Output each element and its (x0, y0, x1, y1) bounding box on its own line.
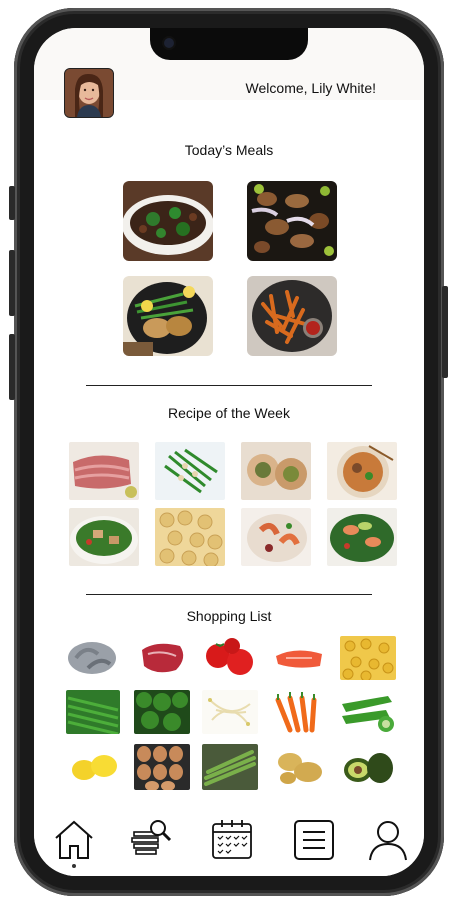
meal-mushroom-stirfry[interactable] (247, 181, 337, 261)
volume-up-button (9, 250, 15, 316)
nav-home[interactable] (52, 818, 96, 862)
mute-switch (9, 186, 15, 220)
nav-recipes-search[interactable] (130, 818, 174, 862)
potatoes-image (272, 744, 326, 790)
pho-soup-image (327, 442, 397, 500)
nav-profile[interactable] (366, 818, 410, 862)
shopping-list-title: Shopping List (186, 608, 272, 624)
shrimp-dish-image (241, 508, 311, 566)
chicken-salad-image (69, 508, 139, 566)
shopping-item-eggs[interactable] (134, 744, 190, 790)
shopping-item-broccoli[interactable] (134, 690, 190, 734)
sweet-potato-fries-image (247, 276, 337, 356)
shopping-item-carrots[interactable] (270, 690, 326, 734)
recipe-salmon-avocado-salad[interactable] (327, 508, 397, 566)
macaroni-pasta-image (340, 636, 396, 680)
meal-beef-broccoli[interactable] (123, 181, 213, 261)
shopping-item-bean-sprouts[interactable] (202, 690, 258, 734)
shopping-item-okra[interactable] (338, 690, 396, 734)
broccoli-image (134, 690, 190, 734)
green-beans-image (66, 690, 120, 734)
meal-chicken-green-beans[interactable] (123, 276, 213, 356)
beef-steak-image (136, 636, 190, 680)
section-divider-1 (86, 385, 372, 386)
recipes-search-icon (131, 820, 172, 855)
shrimp-image (66, 636, 120, 680)
shopping-item-beef-steak[interactable] (136, 636, 190, 680)
shopping-item-potatoes[interactable] (272, 744, 326, 790)
nav-calendar[interactable] (210, 818, 254, 862)
chicken-green-beans-image (123, 276, 213, 356)
okra-image (338, 690, 396, 734)
recipe-pho-soup[interactable] (327, 442, 397, 500)
app-screen: Welcome, Lily White! Today’s Meals Recip… (34, 28, 424, 876)
asparagus-image (202, 744, 258, 790)
macaroni-image (155, 508, 225, 566)
recipe-shrimp-dish[interactable] (241, 508, 311, 566)
bottom-nav (34, 804, 424, 876)
sliced-ham-image (69, 442, 139, 500)
avocados-image (340, 744, 396, 790)
power-button (442, 286, 448, 378)
recipe-macaroni[interactable] (155, 508, 225, 566)
carrots-image (270, 690, 326, 734)
recipe-sliced-ham[interactable] (69, 442, 139, 500)
avatar[interactable] (64, 68, 114, 118)
profile-icon (369, 821, 407, 861)
menu-list-icon (294, 820, 334, 860)
eggs-image (134, 744, 190, 790)
front-camera (164, 38, 174, 48)
todays-meals-title: Today’s Meals (184, 142, 274, 158)
calendar-icon (212, 820, 252, 859)
shopping-item-shrimp[interactable] (66, 636, 120, 680)
shopping-item-lemons[interactable] (68, 744, 120, 788)
shopping-item-tomatoes[interactable] (202, 636, 258, 680)
shopping-item-salmon-fillet[interactable] (272, 636, 326, 680)
shopping-item-asparagus[interactable] (202, 744, 258, 790)
nav-menu-list[interactable] (292, 818, 336, 862)
beef-broccoli-image (123, 181, 213, 261)
user-photo-icon (65, 69, 113, 117)
meal-sweet-potato-fries[interactable] (247, 276, 337, 356)
recipe-stuffed-pork-roll[interactable] (241, 442, 311, 500)
tomatoes-image (202, 636, 258, 680)
green-beans-almonds-image (155, 442, 225, 500)
recipe-green-beans-almonds[interactable] (155, 442, 225, 500)
shopping-item-macaroni[interactable] (340, 636, 396, 680)
stuffed-pork-roll-image (241, 442, 311, 500)
salmon-avocado-salad-image (327, 508, 397, 566)
mushroom-stirfry-image (247, 181, 337, 261)
bean-sprouts-image (202, 690, 258, 734)
recipe-of-week-title: Recipe of the Week (168, 405, 290, 421)
welcome-text: Welcome, Lily White! (245, 80, 376, 96)
lemons-image (68, 744, 120, 788)
shopping-item-avocados[interactable] (340, 744, 396, 790)
salmon-fillet-image (272, 636, 326, 680)
shopping-item-green-beans[interactable] (66, 690, 120, 734)
home-icon (55, 820, 93, 859)
volume-down-button (9, 334, 15, 400)
active-indicator (72, 864, 76, 868)
recipe-chicken-salad[interactable] (69, 508, 139, 566)
section-divider-2 (86, 594, 372, 595)
